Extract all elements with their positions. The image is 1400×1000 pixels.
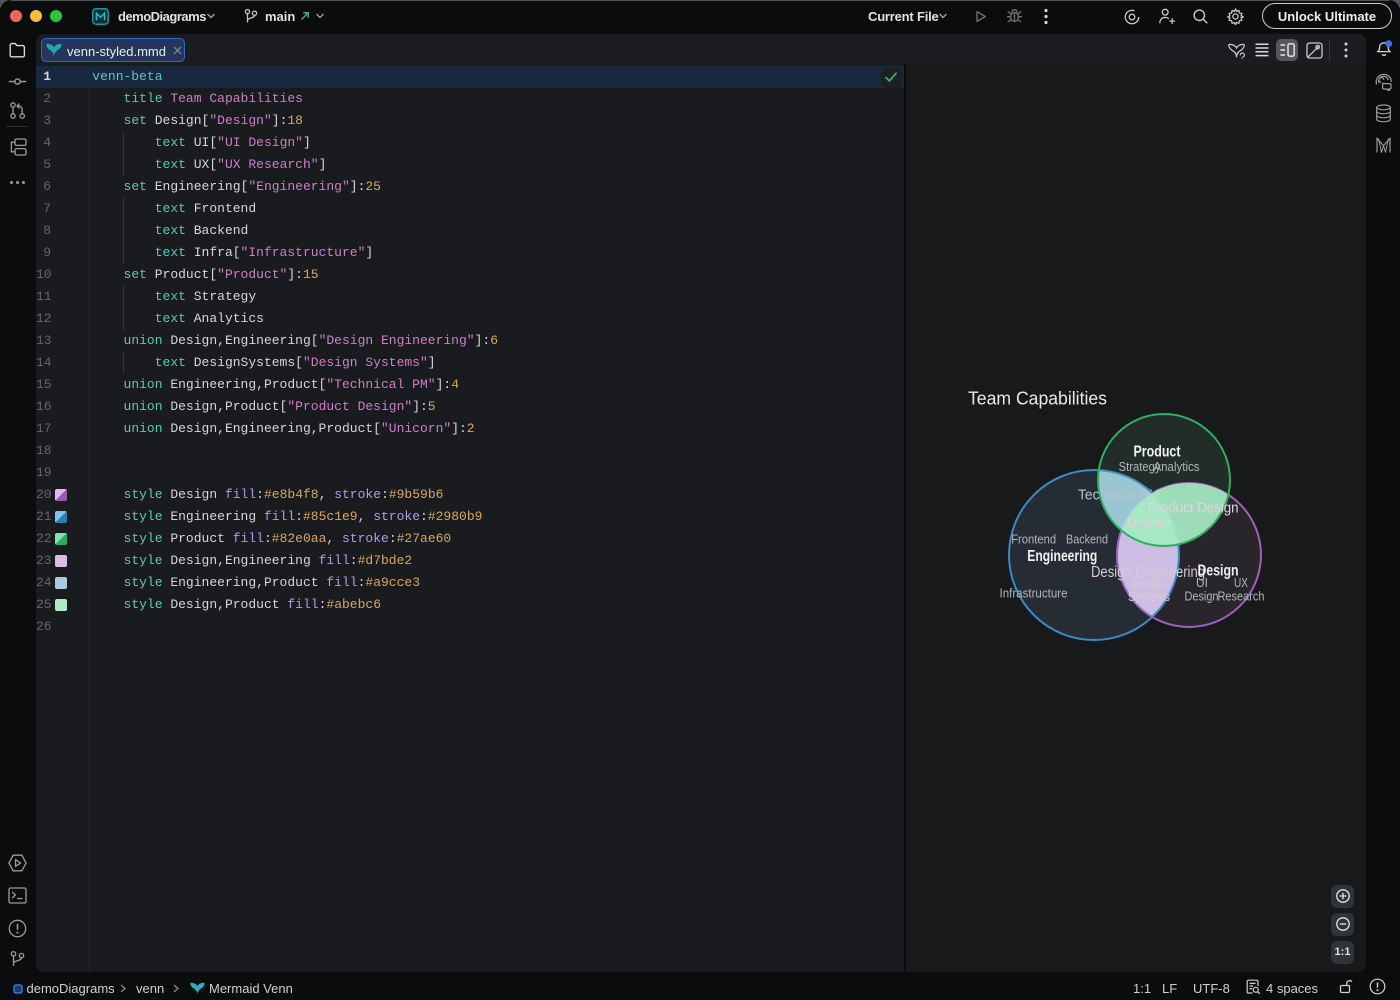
svg-text:Product: Product (1134, 444, 1181, 461)
svg-text:Design: Design (1185, 589, 1219, 603)
svg-text:Product Design: Product Design (1148, 499, 1239, 516)
svg-text:Design: Design (1132, 577, 1166, 591)
svg-text:Unicorn: Unicorn (1127, 515, 1171, 530)
svg-text:Infrastructure: Infrastructure (1000, 586, 1068, 600)
svg-text:Analytics: Analytics (1154, 460, 1200, 474)
svg-text:Systems: Systems (1128, 590, 1170, 604)
svg-text:Frontend: Frontend (1011, 533, 1056, 547)
svg-text:UI: UI (1196, 576, 1208, 590)
svg-text:Research: Research (1218, 589, 1265, 603)
svg-text:UX: UX (1234, 576, 1249, 590)
svg-text:Team Capabilities: Team Capabilities (968, 388, 1107, 408)
svg-text:Engineering: Engineering (1027, 548, 1097, 565)
svg-text:Backend: Backend (1066, 533, 1108, 547)
